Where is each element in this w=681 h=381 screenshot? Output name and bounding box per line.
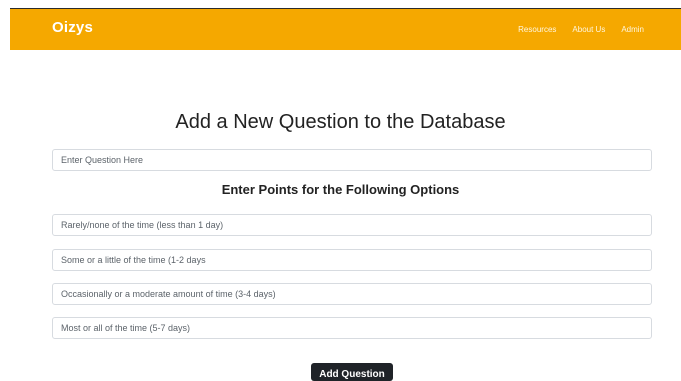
options-heading: Enter Points for the Following Options xyxy=(221,182,460,197)
brand-logo[interactable]: Oizys xyxy=(52,19,93,36)
nav-links: Resources About Us Admin xyxy=(518,25,644,34)
option-rarely-input[interactable] xyxy=(52,214,652,236)
nav-link-admin[interactable]: Admin xyxy=(621,25,644,34)
navbar: Oizys Resources About Us Admin xyxy=(10,9,681,50)
option-some-input[interactable] xyxy=(52,249,652,271)
question-input[interactable] xyxy=(52,149,652,171)
option-most-input[interactable] xyxy=(52,317,652,339)
page-title: Add a New Question to the Database xyxy=(175,111,506,133)
nav-link-resources[interactable]: Resources xyxy=(518,25,556,34)
nav-link-about-us[interactable]: About Us xyxy=(572,25,605,34)
option-occasionally-input[interactable] xyxy=(52,283,652,305)
add-question-button[interactable]: Add Question xyxy=(311,363,393,381)
